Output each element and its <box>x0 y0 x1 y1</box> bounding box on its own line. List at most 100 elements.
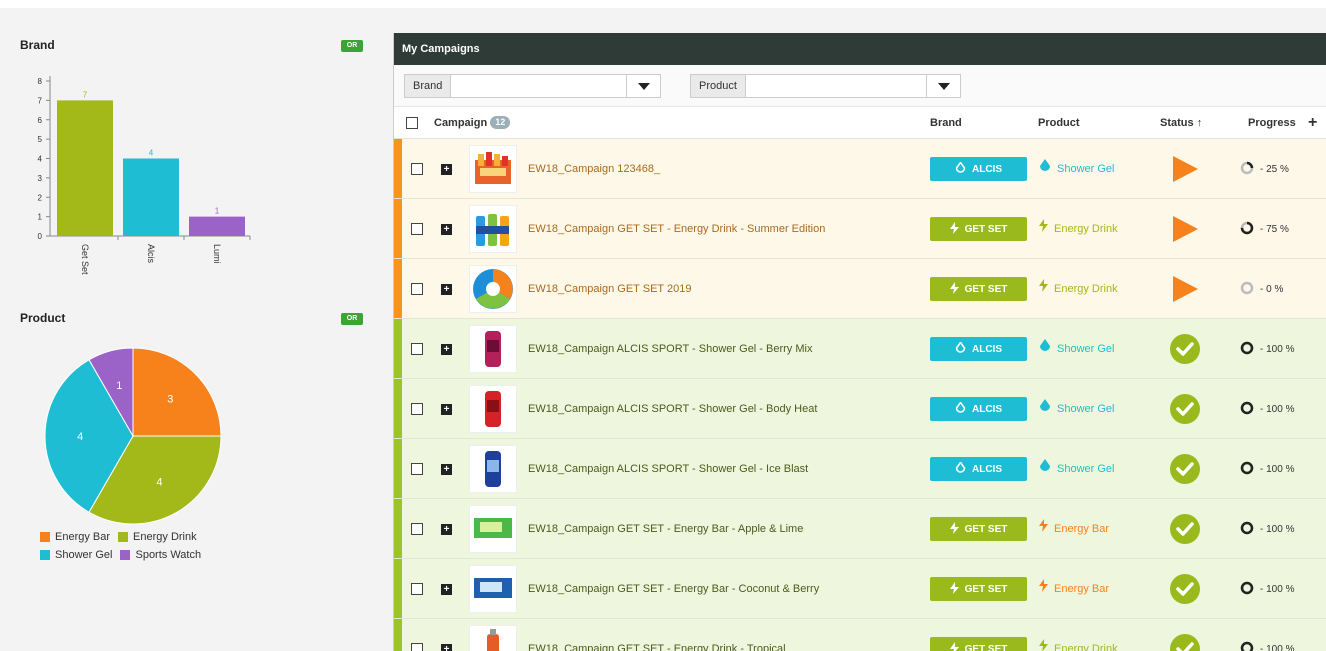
legend-item[interactable]: Energy Drink <box>118 528 197 546</box>
table-row[interactable]: + EW18_Campaign GET SET 2019 GET SET Ene… <box>394 259 1326 319</box>
expand-icon[interactable]: + <box>441 284 452 295</box>
brand-filter-dropdown-icon[interactable] <box>626 75 660 97</box>
progress-ring-icon <box>1240 401 1260 418</box>
row-checkbox[interactable] <box>411 643 423 651</box>
campaign-name[interactable]: EW18_Campaign GET SET 2019 <box>528 259 691 319</box>
progress-label: - 25 % <box>1260 163 1289 175</box>
expand-icon[interactable]: + <box>441 224 452 235</box>
product-or-badge[interactable]: OR <box>341 313 363 325</box>
progress-cell: - 100 % <box>1240 499 1294 559</box>
drop-icon <box>1039 319 1057 379</box>
add-column-icon[interactable]: + <box>1308 107 1317 139</box>
legend-item[interactable]: Shower Gel <box>40 546 112 564</box>
status-stripe <box>394 319 402 378</box>
brand-bar[interactable] <box>189 216 245 236</box>
brand-or-badge[interactable]: OR <box>341 40 363 52</box>
progress-ring-icon <box>1240 581 1260 598</box>
row-checkbox[interactable] <box>411 343 423 355</box>
brand-badge[interactable]: GET SET <box>930 517 1027 541</box>
row-checkbox[interactable] <box>411 403 423 415</box>
table-row[interactable]: + EW18_Campaign 123468_ ALCIS Shower Gel… <box>394 139 1326 199</box>
product-label: Energy Drink <box>1054 643 1118 651</box>
status-stripe <box>394 619 402 651</box>
brand-filter-input[interactable] <box>451 75 626 97</box>
campaign-thumbnail[interactable] <box>469 445 517 493</box>
progress-cell: - 100 % <box>1240 619 1294 651</box>
product-pie-slice[interactable] <box>132 347 222 437</box>
campaign-thumbnail[interactable] <box>469 385 517 433</box>
expand-icon[interactable]: + <box>441 644 452 651</box>
table-row[interactable]: + EW18_Campaign GET SET - Energy Drink -… <box>394 199 1326 259</box>
campaign-thumbnail[interactable] <box>469 565 517 613</box>
table-row[interactable]: + EW18_Campaign ALCIS SPORT - Shower Gel… <box>394 379 1326 439</box>
sort-ascending-icon: ↑ <box>1196 117 1203 129</box>
campaign-thumbnail[interactable] <box>469 325 517 373</box>
campaign-thumbnail[interactable] <box>469 505 517 553</box>
expand-icon[interactable]: + <box>441 584 452 595</box>
progress-ring-icon <box>1240 641 1260 651</box>
campaign-name[interactable]: EW18_Campaign ALCIS SPORT - Shower Gel -… <box>528 439 808 499</box>
campaign-name[interactable]: EW18_Campaign GET SET - Energy Drink - S… <box>528 199 825 259</box>
table-row[interactable]: + EW18_Campaign ALCIS SPORT - Shower Gel… <box>394 439 1326 499</box>
check-status-icon <box>1170 514 1200 544</box>
row-checkbox[interactable] <box>411 223 423 235</box>
row-checkbox[interactable] <box>411 463 423 475</box>
expand-icon[interactable]: + <box>441 524 452 535</box>
status-stripe <box>394 379 402 438</box>
brand-filter[interactable]: Brand <box>404 74 661 98</box>
product-filter[interactable]: Product <box>690 74 961 98</box>
select-all-checkbox[interactable] <box>406 117 418 129</box>
brand-badge[interactable]: ALCIS <box>930 337 1027 361</box>
legend-swatch <box>118 532 129 542</box>
brand-column-header[interactable]: Brand <box>930 107 962 139</box>
expand-icon[interactable]: + <box>441 404 452 415</box>
legend-item[interactable]: Sports Watch <box>120 546 201 564</box>
table-row[interactable]: + EW18_Campaign GET SET - Energy Drink -… <box>394 619 1326 651</box>
brand-badge[interactable]: GET SET <box>930 577 1027 601</box>
table-row[interactable]: + EW18_Campaign GET SET - Energy Bar - A… <box>394 499 1326 559</box>
table-row[interactable]: + EW18_Campaign GET SET - Energy Bar - C… <box>394 559 1326 619</box>
campaign-column-header[interactable]: Campaign 12 <box>434 107 511 139</box>
product-pie-label: 3 <box>167 394 173 406</box>
campaign-name[interactable]: EW18_Campaign ALCIS SPORT - Shower Gel -… <box>528 319 812 379</box>
product-filter-dropdown-icon[interactable] <box>926 75 960 97</box>
campaign-name[interactable]: EW18_Campaign 123468_ <box>528 139 660 199</box>
campaign-name[interactable]: EW18_Campaign ALCIS SPORT - Shower Gel -… <box>528 379 817 439</box>
legend-item[interactable]: Energy Bar <box>40 528 110 546</box>
product-filter-input[interactable] <box>745 75 926 97</box>
campaigns-table-panel: My Campaigns Brand Product Campaign 12 Br… <box>393 33 1326 651</box>
status-column-header[interactable]: Status ↑ <box>1160 107 1202 139</box>
product-column-header[interactable]: Product <box>1038 107 1080 139</box>
expand-icon[interactable]: + <box>441 344 452 355</box>
campaign-name[interactable]: EW18_Campaign GET SET - Energy Drink - T… <box>528 619 786 651</box>
brand-bar[interactable] <box>57 100 113 236</box>
row-checkbox[interactable] <box>411 283 423 295</box>
progress-column-header[interactable]: Progress <box>1248 107 1296 139</box>
brand-category-label: Get Set <box>80 244 90 275</box>
campaign-name[interactable]: EW18_Campaign GET SET - Energy Bar - App… <box>528 499 803 559</box>
brand-y-tick-label: 0 <box>38 232 43 241</box>
filter-charts-panel: Brand OR 0 1 2 3 4 5 6 7 8 7 Get Set 4 Alcis 1 Lumi Pr… <box>0 8 380 651</box>
campaign-name[interactable]: EW18_Campaign GET SET - Energy Bar - Coc… <box>528 559 819 619</box>
brand-badge[interactable]: GET SET <box>930 217 1027 241</box>
campaign-thumbnail[interactable] <box>469 205 517 253</box>
product-pie-label: 1 <box>116 380 122 392</box>
campaign-thumbnail[interactable] <box>469 145 517 193</box>
row-checkbox[interactable] <box>411 523 423 535</box>
brand-badge[interactable]: GET SET <box>930 637 1027 651</box>
row-checkbox[interactable] <box>411 163 423 175</box>
legend-swatch <box>120 550 131 560</box>
expand-icon[interactable]: + <box>441 164 452 175</box>
brand-badge[interactable]: ALCIS <box>930 457 1027 481</box>
brand-bar[interactable] <box>123 158 179 237</box>
campaign-thumbnail[interactable] <box>469 625 517 651</box>
expand-icon[interactable]: + <box>441 464 452 475</box>
table-row[interactable]: + EW18_Campaign ALCIS SPORT - Shower Gel… <box>394 319 1326 379</box>
brand-badge[interactable]: ALCIS <box>930 157 1027 181</box>
brand-badge[interactable]: ALCIS <box>930 397 1027 421</box>
progress-label: - 100 % <box>1260 523 1295 535</box>
row-checkbox[interactable] <box>411 583 423 595</box>
campaign-thumbnail[interactable] <box>469 265 517 313</box>
brand-badge[interactable]: GET SET <box>930 277 1027 301</box>
brand-y-tick-label: 4 <box>38 155 43 164</box>
